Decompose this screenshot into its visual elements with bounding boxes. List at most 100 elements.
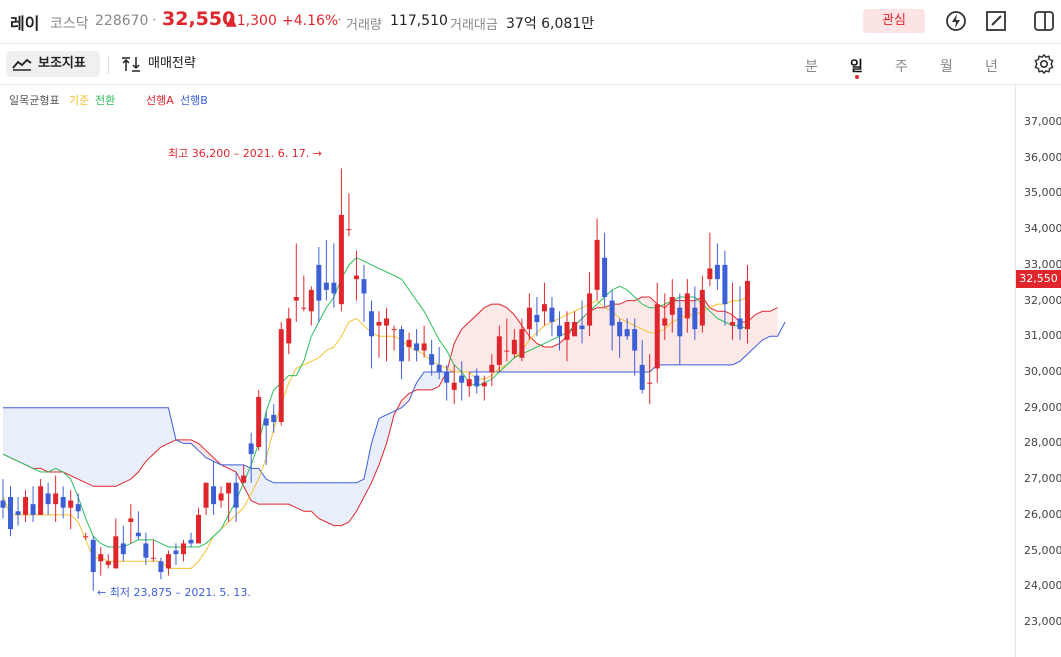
y-tick-label: 32,000 (1024, 293, 1061, 307)
candle-body (481, 382, 487, 387)
cloud-segment (85, 407, 94, 487)
cloud-segment (296, 482, 304, 512)
candle-body (211, 486, 217, 505)
candle-body (180, 543, 186, 555)
y-tick-label: 25,000 (1024, 543, 1061, 557)
candle-body (632, 329, 638, 351)
candle-body (602, 257, 608, 297)
candle-body (38, 486, 44, 515)
candle-body (188, 539, 194, 544)
candle-body (639, 364, 645, 390)
candle-body (113, 536, 119, 569)
candle-body (226, 482, 232, 494)
candle-body (248, 443, 254, 455)
candle-body (414, 343, 420, 351)
candle-body (90, 539, 96, 572)
y-tick-label: 24,000 (1024, 579, 1061, 593)
candle-body (692, 307, 698, 330)
candle-body (278, 329, 284, 422)
cloud-segment (461, 322, 470, 372)
cloud-segment (266, 479, 274, 505)
candle-body (60, 497, 66, 508)
candle-body (587, 293, 593, 326)
panel-icon[interactable] (1032, 9, 1056, 33)
price-change: ▲1,300 (226, 13, 277, 29)
period-month[interactable]: 월 (940, 56, 953, 76)
cloud-segment (130, 407, 139, 480)
cloud-segment (356, 479, 364, 512)
cloud-segment (108, 407, 116, 487)
cloud-segment (153, 407, 161, 455)
period-day[interactable]: 일 (850, 56, 863, 76)
candle-body (609, 300, 615, 326)
candle-body (263, 418, 269, 426)
candle-body (572, 322, 578, 337)
separator-dot: · (337, 11, 342, 29)
candle-body (301, 307, 307, 309)
candle-body (196, 514, 202, 544)
cloud-segment (469, 314, 477, 372)
period-year[interactable]: 년 (985, 56, 998, 76)
cloud-segment (198, 443, 207, 458)
favorite-button[interactable]: 관심 (863, 9, 925, 33)
candle-body (699, 289, 705, 326)
cloud-segment (551, 343, 560, 372)
candle-body (331, 282, 337, 294)
cloud-segment (642, 297, 650, 372)
candle-body (143, 543, 149, 558)
cloud-segment (709, 307, 718, 365)
candle-body (406, 339, 412, 347)
cloud-segment (476, 307, 485, 372)
candle-body (346, 229, 352, 231)
candle-body (368, 311, 374, 337)
cloud-segment (536, 343, 545, 372)
cloud-segment (559, 336, 567, 372)
amount-label: 거래대금 (450, 18, 498, 33)
period-week[interactable]: 주 (895, 56, 908, 76)
chart-toolbar: 보조지표 매매전략 분 일 주 월 년 (0, 44, 1061, 85)
y-tick-label: 34,000 (1024, 222, 1061, 236)
candle-body (158, 561, 164, 572)
cloud-segment (529, 336, 537, 372)
candle-body (105, 561, 111, 565)
candle-body (361, 279, 367, 294)
cloud-segment (303, 482, 312, 512)
cloud-segment (484, 304, 492, 372)
cloud-segment (724, 311, 733, 365)
candle-body (323, 282, 329, 290)
candle-body (436, 364, 442, 372)
candle-body (30, 504, 36, 515)
candle-body (564, 322, 570, 340)
candlestick-chart[interactable] (0, 85, 1015, 657)
lightning-icon[interactable] (944, 9, 968, 33)
y-tick-label: 27,000 (1024, 472, 1061, 486)
candle-body (165, 554, 171, 569)
candle-body (120, 543, 126, 555)
amount-value: 37억 6,081만 (506, 16, 595, 32)
cloud-segment (93, 407, 101, 487)
gear-icon[interactable] (1033, 53, 1055, 79)
cloud-segment (281, 482, 289, 505)
volume-value: 117,510 (390, 13, 448, 29)
candle-body (399, 329, 405, 362)
cloud-segment (48, 407, 56, 472)
candle-body (511, 339, 517, 355)
candle-body (135, 532, 141, 537)
cloud-segment (145, 407, 154, 462)
cloud-segment (288, 482, 297, 508)
indicator-button[interactable]: 보조지표 (6, 51, 100, 77)
candle-body (534, 314, 540, 322)
indicator-chart-icon (12, 58, 32, 71)
edit-icon[interactable] (984, 9, 1008, 33)
cloud-segment (70, 407, 79, 480)
current-price: 32,550 (162, 8, 236, 30)
candle-body (391, 329, 397, 331)
cloud-segment (78, 407, 86, 483)
cloud-segment (311, 482, 319, 519)
volume-label: 거래량 (346, 18, 382, 33)
candle-body (68, 500, 74, 508)
cloud-segment (183, 439, 191, 444)
period-minute[interactable]: 분 (805, 56, 818, 76)
candle-body (459, 375, 465, 383)
candle-body (173, 550, 179, 555)
